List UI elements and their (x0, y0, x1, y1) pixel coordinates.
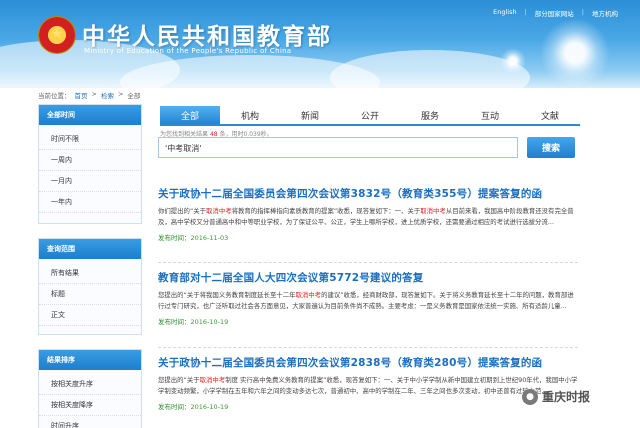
english-link[interactable]: English (493, 8, 516, 18)
time-filter-year[interactable]: 一年内 (39, 192, 141, 213)
date-label: 发布时间： (158, 403, 191, 411)
site-title: 中华人民共和国教育部 (82, 23, 332, 50)
tab-all[interactable]: 全部 (160, 106, 220, 124)
result-date: 发布时间：2016-10-19 (158, 401, 578, 411)
search-result-3: 关于政协十二届全国委员会第四次会议第2838号（教育类280号）提案答复的函 您… (158, 355, 578, 411)
site-header: ★ 中华人民共和国教育部 Ministry of Education of th… (0, 0, 640, 88)
time-filter-section: 全部时间 时间不限 一周内 一月内 一年内 (38, 104, 142, 224)
date-label: 发布时间： (158, 318, 191, 326)
keyword-highlight: 取消中考 (295, 291, 322, 299)
snippet-text: 将教育的指挥棒指向素质教育的提案”收悉，现答复如下：一、关于 (231, 207, 421, 215)
result-snippet: 你们提出的“关于取消中考将教育的指挥棒指向素质教育的提案”收悉，现答复如下：一、… (158, 206, 578, 228)
keyword-highlight: 取消中考 (206, 207, 232, 215)
date-value: 2016-11-03 (190, 234, 229, 242)
result-divider (158, 347, 578, 348)
keyword-highlight: 取消中考 (420, 207, 446, 215)
scope-filter-all[interactable]: 所有结果 (39, 263, 141, 284)
breadcrumb-home[interactable]: 首页 (75, 90, 88, 100)
time-filter-month[interactable]: 一月内 (39, 171, 141, 192)
sort-relevance-asc[interactable]: 按相关度升序 (39, 374, 141, 395)
snippet-text: 你们提出的“关于 (158, 207, 207, 215)
breadcrumb-separator: > (91, 90, 97, 98)
national-emblem-logo: ★ (38, 16, 76, 54)
breadcrumb: 当前位置： 首页 > 检索 > 全部 (38, 90, 140, 100)
result-date: 发布时间：2016-11-03 (158, 232, 578, 242)
time-filter-week[interactable]: 一周内 (39, 150, 141, 171)
snippet-text: 您提出的“关于 (158, 376, 200, 384)
result-snippet: 您提出的“关于取消中考制度 实行高中免费义务教育的提案”收悉，现答复如下：一、关… (158, 375, 578, 397)
sort-relevance-desc[interactable]: 按相关度降序 (39, 395, 141, 416)
breadcrumb-separator: > (117, 90, 124, 98)
sort-heading: 结果排序 (39, 350, 141, 370)
scope-filter-heading: 查询范围 (39, 239, 141, 259)
watermark-text: 重庆时报 (542, 390, 591, 404)
keyword-highlight: 取消中考 (199, 376, 226, 384)
category-tabs: 全部 机构 新闻 公开 服务 互动 文献 (160, 106, 580, 126)
snippet-text: 您提出的“关于将我国义务教育制度延长至十二年 (158, 291, 296, 299)
result-divider (158, 262, 578, 263)
breadcrumb-prefix: 当前位置： (38, 92, 71, 100)
search-result-1: 关于政协十二届全国委员会第四次会议第3832号（教育类355号）提案答复的函 你… (158, 186, 578, 242)
local-agencies-link[interactable]: 地方机构 (592, 8, 618, 18)
scope-filter-section: 查询范围 所有结果 标题 正文 (38, 238, 142, 335)
wechat-watermark: ● 重庆时报 (522, 388, 590, 405)
national-sites-link[interactable]: 部分国家网站 (535, 8, 574, 18)
tab-services[interactable]: 服务 (400, 106, 460, 124)
date-value: 2016-10-19 (190, 318, 229, 326)
result-title-link[interactable]: 关于政协十二届全国委员会第四次会议第2838号（教育类280号）提案答复的函 (158, 355, 578, 370)
sort-time-asc[interactable]: 时间升序 (39, 416, 141, 428)
tab-public[interactable]: 公开 (340, 106, 400, 124)
scope-filter-title[interactable]: 标题 (39, 284, 141, 305)
date-label: 发布时间： (158, 234, 191, 242)
tab-news[interactable]: 新闻 (280, 106, 340, 124)
time-filter-any[interactable]: 时间不限 (39, 129, 141, 150)
sort-section: 结果排序 按相关度升序 按相关度降序 时间升序 (38, 349, 142, 428)
result-title-link[interactable]: 关于政协十二届全国委员会第四次会议第3832号（教育类355号）提案答复的函 (158, 186, 578, 201)
filter-sidebar: 全部时间 时间不限 一周内 一月内 一年内 查询范围 所有结果 标题 正文 结果… (38, 104, 142, 428)
breadcrumb-search[interactable]: 检索 (101, 90, 114, 100)
dandelion-decoration (500, 48, 526, 74)
site-subtitle: Ministry of Education of the People's Re… (84, 47, 292, 55)
tab-documents[interactable]: 文献 (520, 106, 580, 124)
scope-filter-body[interactable]: 正文 (39, 305, 141, 326)
result-title-link[interactable]: 教育部对十二届全国人大四次会议第5772号建议的答复 (158, 270, 578, 285)
search-button[interactable]: 搜索 (527, 137, 575, 158)
result-snippet: 您提出的“关于将我国义务教育制度延长至十二年取消中考的建议”收悉，经商财政部，现… (158, 290, 578, 312)
search-result-2: 教育部对十二届全国人大四次会议第5772号建议的答复 您提出的“关于将我国义务教… (158, 270, 578, 326)
tab-agencies[interactable]: 机构 (220, 106, 280, 124)
date-value: 2016-10-19 (190, 403, 229, 411)
top-links: English | 部分国家网站 | 地方机构 (493, 8, 618, 18)
tab-interaction[interactable]: 互动 (460, 106, 520, 124)
dandelion-decoration (540, 18, 610, 88)
search-input[interactable]: '中考取消' (158, 137, 518, 158)
breadcrumb-current: 全部 (127, 92, 141, 100)
time-filter-heading: 全部时间 (39, 105, 141, 125)
wechat-icon: ● (522, 388, 538, 405)
result-date: 发布时间：2016-10-19 (158, 316, 578, 326)
